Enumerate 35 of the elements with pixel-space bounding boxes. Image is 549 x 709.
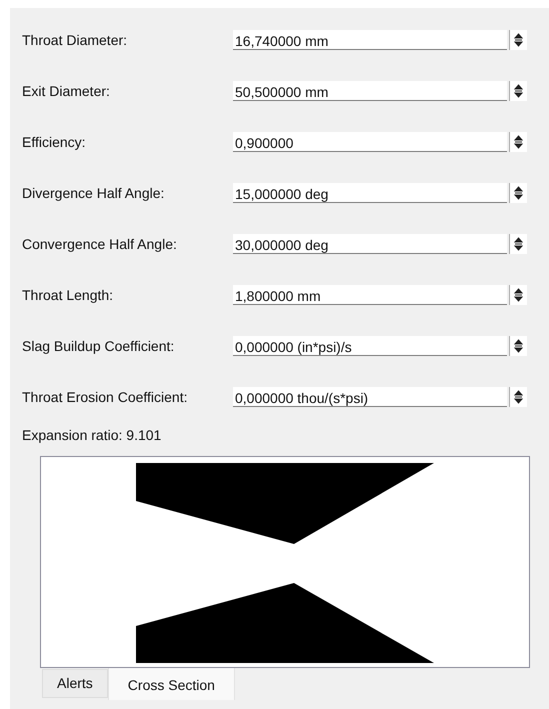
field-label: Divergence Half Angle:: [21, 184, 166, 203]
up-down-arrows-icon: [514, 186, 523, 200]
tab[interactable]: Alerts: [42, 669, 108, 698]
field-label: Throat Length:: [21, 286, 114, 305]
value-field[interactable]: 30,000000 deg: [233, 234, 507, 254]
field-label: Throat Diameter:: [21, 30, 128, 50]
up-down-arrows-icon: [514, 288, 523, 302]
spin-button[interactable]: [509, 132, 527, 152]
up-down-arrows-icon: [514, 135, 523, 149]
up-down-arrows-icon: [514, 237, 523, 251]
value-field[interactable]: 0,900000: [233, 132, 507, 152]
field-label: Exit Diameter:: [21, 82, 111, 100]
up-down-arrows-icon: [514, 33, 523, 47]
value-field[interactable]: 50,500000 mm: [233, 81, 507, 101]
expansion-ratio: Expansion ratio: 9.101: [22, 426, 162, 445]
spin-button[interactable]: [509, 183, 527, 203]
up-down-arrows-icon: [514, 390, 523, 404]
tab[interactable]: Cross Section: [108, 668, 235, 700]
spin-button[interactable]: [509, 336, 527, 356]
field-label: Efficiency:: [21, 132, 87, 152]
spin-button[interactable]: [509, 30, 527, 50]
spin-button[interactable]: [509, 387, 527, 407]
value-field[interactable]: 16,740000 mm: [233, 30, 507, 50]
up-down-arrows-icon: [514, 84, 523, 98]
value-field[interactable]: 0,000000 (in*psi)/s: [233, 336, 507, 356]
field-label: Convergence Half Angle:: [21, 234, 178, 254]
spin-button[interactable]: [509, 81, 527, 101]
value-field[interactable]: 15,000000 deg: [233, 183, 507, 203]
field-label: Throat Erosion Coefficient:: [21, 388, 188, 406]
value-field[interactable]: 0,000000 thou/(s*psi): [233, 387, 507, 407]
spin-button[interactable]: [509, 285, 527, 305]
up-down-arrows-icon: [514, 339, 523, 353]
spin-button[interactable]: [509, 234, 527, 254]
value-field[interactable]: 1,800000 mm: [233, 285, 507, 305]
field-label: Slag Buildup Coefficient:: [21, 336, 176, 356]
